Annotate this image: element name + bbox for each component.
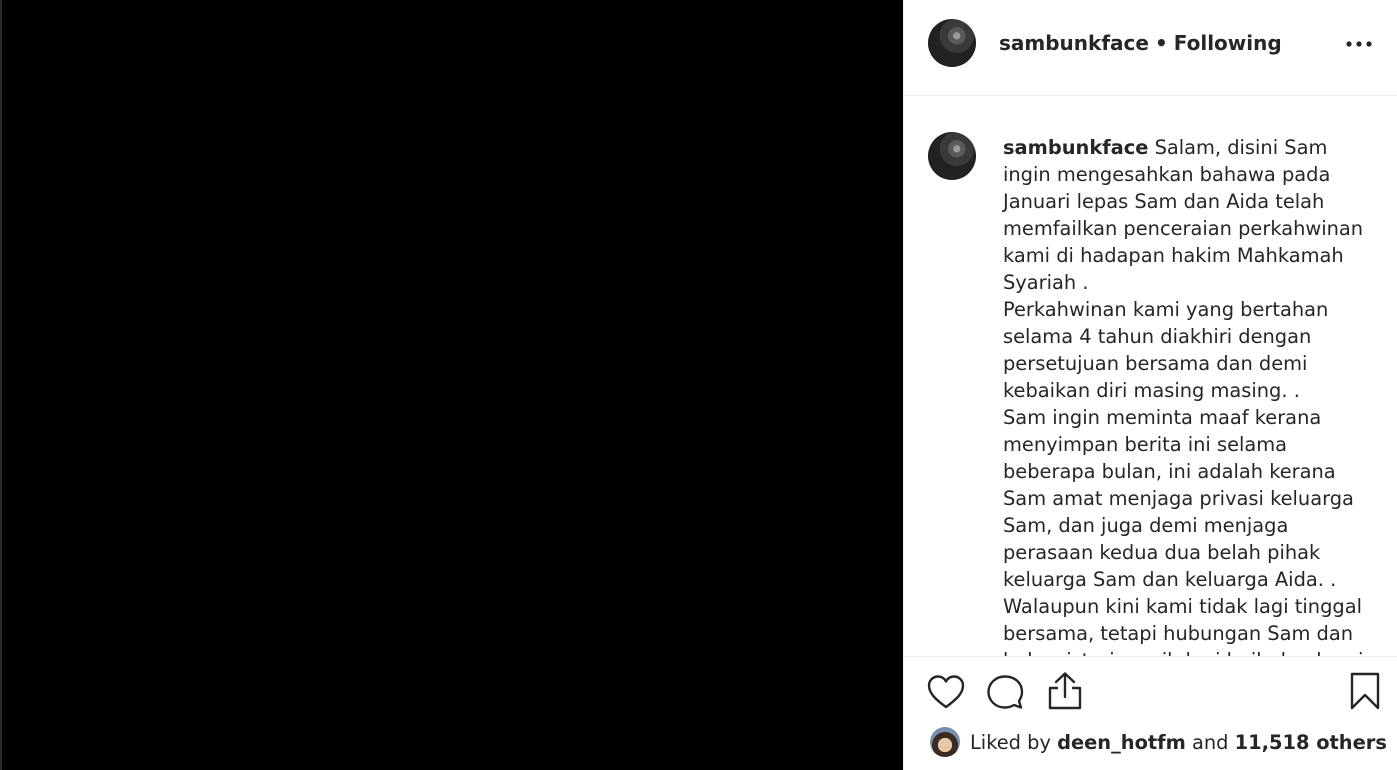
- header-user-line: sambunkface • Following: [999, 31, 1282, 55]
- comment-button[interactable]: [986, 674, 1024, 710]
- caption-author-avatar[interactable]: [928, 132, 976, 180]
- caption-username[interactable]: sambunkface: [1003, 136, 1148, 159]
- post-media[interactable]: [0, 0, 903, 770]
- caption-section: sambunkface Salam, disini Sam ingin meng…: [904, 96, 1397, 656]
- caption-body: sambunkface Salam, disini Sam ingin meng…: [1003, 134, 1371, 656]
- header-separator: •: [1154, 31, 1168, 55]
- liker-username[interactable]: deen_hotfm: [1057, 731, 1186, 754]
- follow-status-button[interactable]: Following: [1174, 31, 1282, 55]
- more-options-button[interactable]: [1344, 30, 1376, 58]
- heart-icon: [927, 675, 965, 709]
- likes-prefix: Liked by: [970, 730, 1051, 754]
- caption-text: Salam, disini Sam ingin mengesahkan baha…: [1003, 136, 1364, 656]
- author-username[interactable]: sambunkface: [999, 31, 1149, 55]
- post-actions: Liked by deen_hotfm and 11,518 others: [904, 656, 1397, 770]
- bookmark-icon: [1350, 672, 1380, 710]
- more-horizontal-icon: [1346, 41, 1372, 47]
- save-button[interactable]: [1348, 671, 1382, 711]
- post-side-panel: sambunkface • Following sambunkface Salam,…: [903, 0, 1397, 770]
- comment-icon: [987, 675, 1024, 709]
- likes-conjunction: and: [1191, 730, 1229, 754]
- share-button[interactable]: [1046, 671, 1084, 711]
- liker-avatar[interactable]: [930, 727, 960, 757]
- media-edge: [0, 0, 2, 770]
- likes-others-link[interactable]: 11,518 others: [1235, 731, 1387, 754]
- share-icon: [1048, 672, 1082, 710]
- author-avatar[interactable]: [928, 19, 976, 67]
- like-button[interactable]: [926, 674, 966, 710]
- post-header: sambunkface • Following: [904, 0, 1397, 96]
- likes-summary: Liked by deen_hotfm and 11,518 others: [930, 726, 1387, 758]
